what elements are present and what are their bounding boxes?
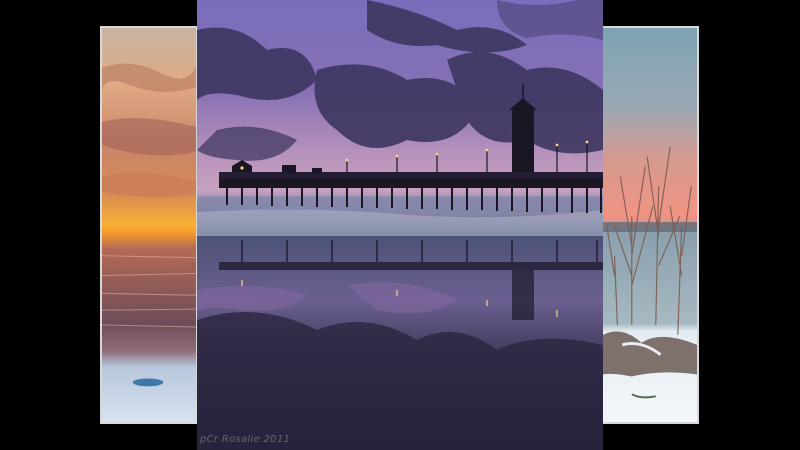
pier-photo <box>197 0 603 450</box>
slide-center-pier[interactable] <box>197 0 603 450</box>
sunset-photo <box>102 28 196 422</box>
slideshow-stage: pCr Rosalie 2011 <box>0 0 800 450</box>
slide-right-snow[interactable] <box>601 26 699 424</box>
photo-watermark: pCr Rosalie 2011 <box>200 434 291 445</box>
snow-photo <box>603 28 697 422</box>
slide-left-sunset[interactable] <box>100 26 198 424</box>
